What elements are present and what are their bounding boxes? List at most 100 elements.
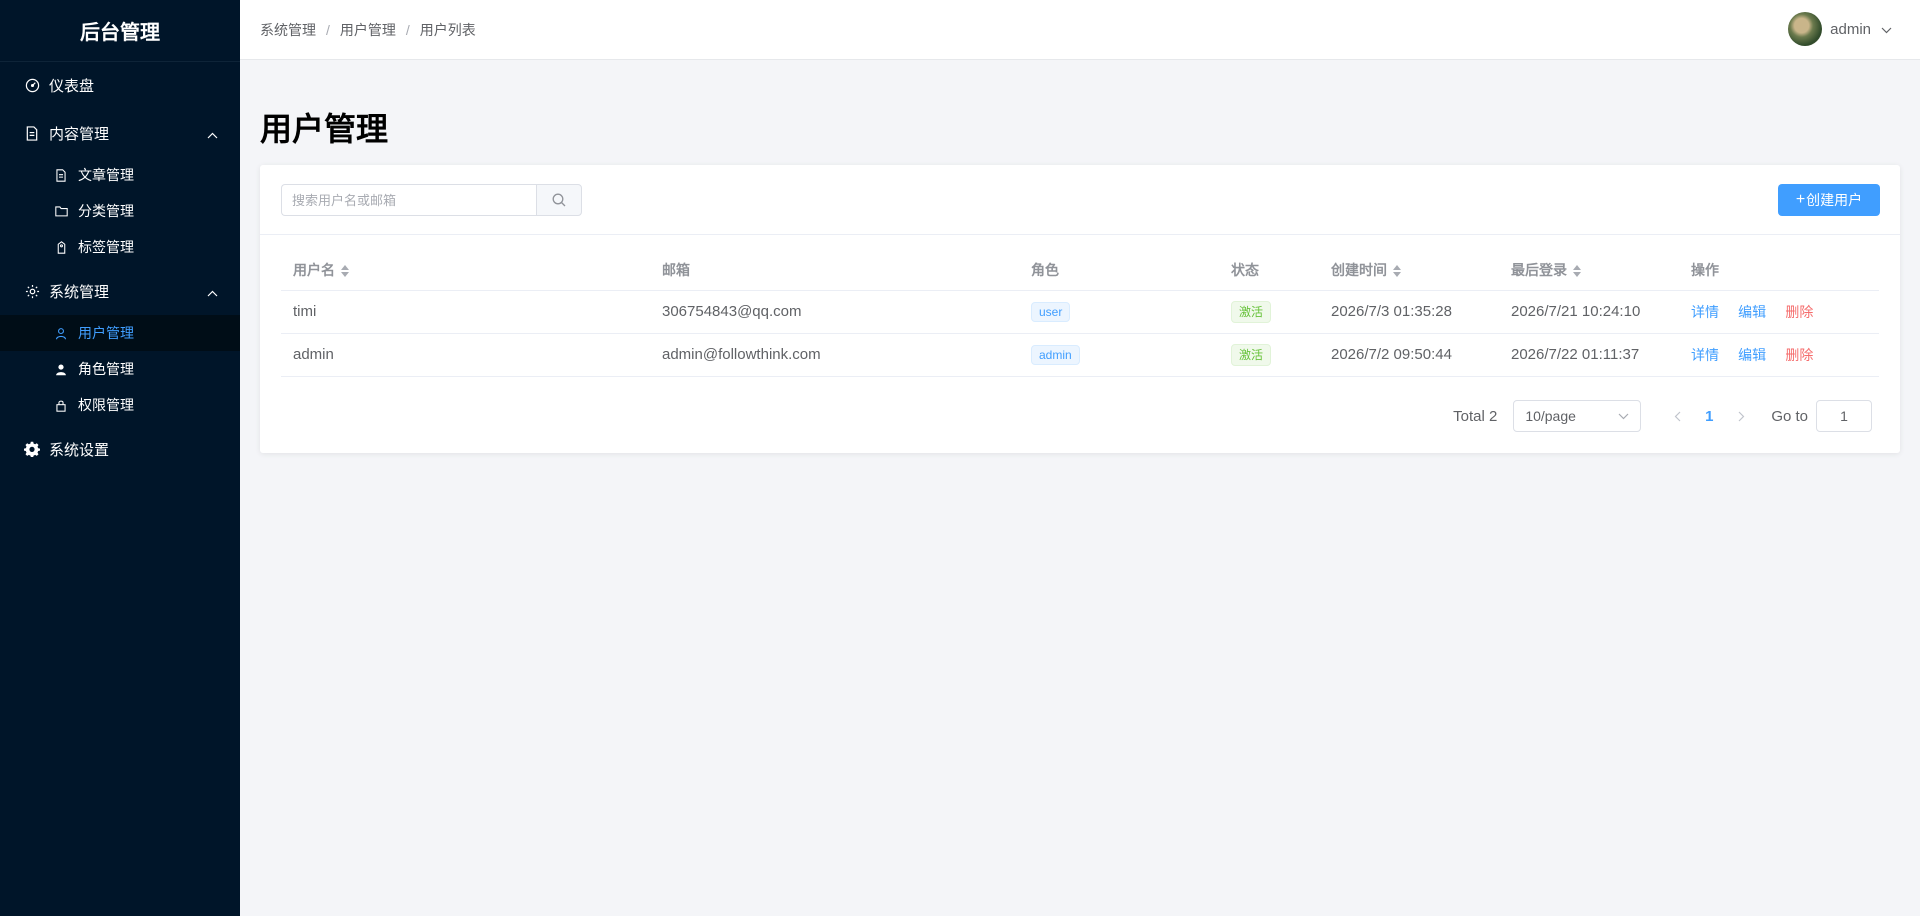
sidebar-item-label: 内容管理: [49, 125, 110, 143]
delete-button[interactable]: 删除: [1785, 347, 1813, 363]
status-badge: 激活: [1231, 343, 1272, 366]
top-header: 系统管理 / 用户管理 / 用户列表 admin: [240, 0, 1920, 60]
cell-created: 2026/7/2 09:50:44: [1319, 333, 1499, 377]
role-tag: admin: [1031, 344, 1080, 365]
settings-icon: [24, 441, 40, 457]
username[interactable]: admin: [1830, 21, 1871, 38]
chevron-up-icon: [207, 127, 218, 144]
user-menu[interactable]: admin: [1788, 12, 1892, 46]
cell-role: user: [1019, 290, 1219, 334]
column-header-email: 邮箱: [650, 250, 1019, 291]
breadcrumb: 系统管理 / 用户管理 / 用户列表: [260, 20, 476, 40]
column-header-actions: 操作: [1679, 250, 1879, 291]
page-number-current[interactable]: 1: [1693, 400, 1725, 432]
search-input[interactable]: [281, 184, 536, 216]
column-header-status: 状态: [1219, 250, 1319, 291]
table-row: admin admin@followthink.com admin 激活 202…: [281, 333, 1879, 377]
cell-status: 激活: [1219, 290, 1319, 334]
sidebar-item-label: 权限管理: [78, 397, 134, 413]
column-header-last-login[interactable]: 最后登录: [1499, 250, 1679, 291]
cell-actions: 详情 编辑 删除: [1679, 290, 1879, 334]
page-size-select[interactable]: 10/page: [1513, 400, 1642, 432]
chevron-up-icon: [207, 285, 218, 302]
sidebar-item-label: 用户管理: [78, 325, 134, 341]
breadcrumb-separator: /: [405, 21, 410, 38]
page-size-value: 10/page: [1525, 408, 1576, 424]
chevron-left-icon: [1674, 411, 1681, 421]
create-user-button[interactable]: + 创建用户: [1778, 184, 1880, 216]
sort-icon[interactable]: [1573, 265, 1581, 278]
column-header-created[interactable]: 创建时间: [1319, 250, 1499, 291]
search-group: [281, 184, 582, 216]
status-badge: 激活: [1231, 300, 1272, 323]
detail-button[interactable]: 详情: [1691, 304, 1719, 320]
sidebar-item-tags[interactable]: 标签管理: [0, 229, 240, 265]
pagination: Total 2 10/page 1 Go to: [1453, 400, 1872, 432]
role-tag: user: [1031, 301, 1071, 322]
document-icon: [53, 167, 69, 183]
cell-email: admin@followthink.com: [650, 333, 1019, 377]
sidebar-item-articles[interactable]: 文章管理: [0, 157, 240, 193]
sidebar-item-roles[interactable]: 角色管理: [0, 351, 240, 387]
lock-icon: [53, 397, 69, 413]
sidebar-item-categories[interactable]: 分类管理: [0, 193, 240, 229]
sidebar-item-label: 分类管理: [78, 203, 134, 219]
user-table: 用户名 邮箱 角色 状态 创建时间 最后登录 操作 timi 306754843…: [281, 250, 1879, 377]
cell-created: 2026/7/3 01:35:28: [1319, 290, 1499, 334]
document-icon: [24, 125, 40, 141]
plus-icon: +: [1795, 191, 1806, 208]
search-icon: [552, 193, 566, 207]
edit-button[interactable]: 编辑: [1738, 347, 1766, 363]
sidebar-group-content[interactable]: 内容管理: [0, 109, 240, 157]
cell-last-login: 2026/7/21 10:24:10: [1499, 290, 1679, 334]
cell-actions: 详情 编辑 删除: [1679, 333, 1879, 377]
breadcrumb-separator: /: [326, 21, 330, 38]
next-page-button[interactable]: [1725, 400, 1757, 432]
gear-icon: [24, 283, 40, 299]
cell-email: 306754843@qq.com: [650, 290, 1019, 334]
cell-status: 激活: [1219, 333, 1319, 377]
detail-button[interactable]: 详情: [1691, 347, 1719, 363]
table-header-row: 用户名 邮箱 角色 状态 创建时间 最后登录 操作: [281, 250, 1879, 291]
breadcrumb-item[interactable]: 用户管理: [340, 20, 396, 40]
sidebar-item-label: 仪表盘: [49, 77, 95, 95]
chevron-down-icon[interactable]: [1881, 21, 1892, 38]
sidebar-item-label: 文章管理: [78, 167, 134, 183]
cell-last-login: 2026/7/22 01:11:37: [1499, 333, 1679, 377]
pagination-total: Total 2: [1453, 407, 1498, 425]
sort-icon[interactable]: [341, 265, 349, 278]
tag-icon: [53, 239, 69, 255]
breadcrumb-item[interactable]: 系统管理: [260, 20, 316, 40]
sidebar: 后台管理 仪表盘 内容管理 文章管理 分类管理 标签管理 系统管理 用户管理 角…: [0, 0, 240, 916]
goto-label: Go to: [1771, 407, 1808, 425]
sidebar-item-label: 标签管理: [78, 239, 134, 255]
folder-icon: [53, 203, 69, 219]
goto-page-input[interactable]: [1816, 400, 1872, 432]
search-button[interactable]: [536, 184, 582, 216]
avatar[interactable]: [1788, 12, 1823, 46]
user-filled-icon: [53, 361, 69, 377]
edit-button[interactable]: 编辑: [1738, 304, 1766, 320]
column-header-role: 角色: [1019, 250, 1219, 291]
sort-icon[interactable]: [1393, 265, 1401, 278]
cell-username: admin: [281, 333, 650, 377]
toolbar: + 创建用户: [260, 165, 1900, 235]
create-user-label: 创建用户: [1806, 192, 1863, 208]
sidebar-group-system[interactable]: 系统管理: [0, 267, 240, 315]
sidebar-item-users[interactable]: 用户管理: [0, 315, 240, 351]
breadcrumb-current: 用户列表: [419, 21, 476, 38]
sidebar-item-settings[interactable]: 系统设置: [0, 425, 240, 473]
cell-username: timi: [281, 290, 650, 334]
cell-role: admin: [1019, 333, 1219, 377]
dashboard-icon: [24, 77, 40, 93]
sidebar-item-label: 角色管理: [78, 361, 134, 377]
sidebar-item-dashboard[interactable]: 仪表盘: [0, 61, 240, 109]
sidebar-item-label: 系统管理: [49, 283, 110, 301]
sidebar-item-permissions[interactable]: 权限管理: [0, 387, 240, 423]
chevron-down-icon: [1618, 413, 1629, 419]
delete-button[interactable]: 删除: [1785, 304, 1813, 320]
prev-page-button[interactable]: [1661, 400, 1693, 432]
column-header-username[interactable]: 用户名: [281, 250, 650, 291]
user-table-card: + 创建用户 用户名 邮箱 角色 状态 创建时间 最后登录 操作 timi 30…: [260, 165, 1900, 453]
chevron-right-icon: [1738, 411, 1745, 421]
